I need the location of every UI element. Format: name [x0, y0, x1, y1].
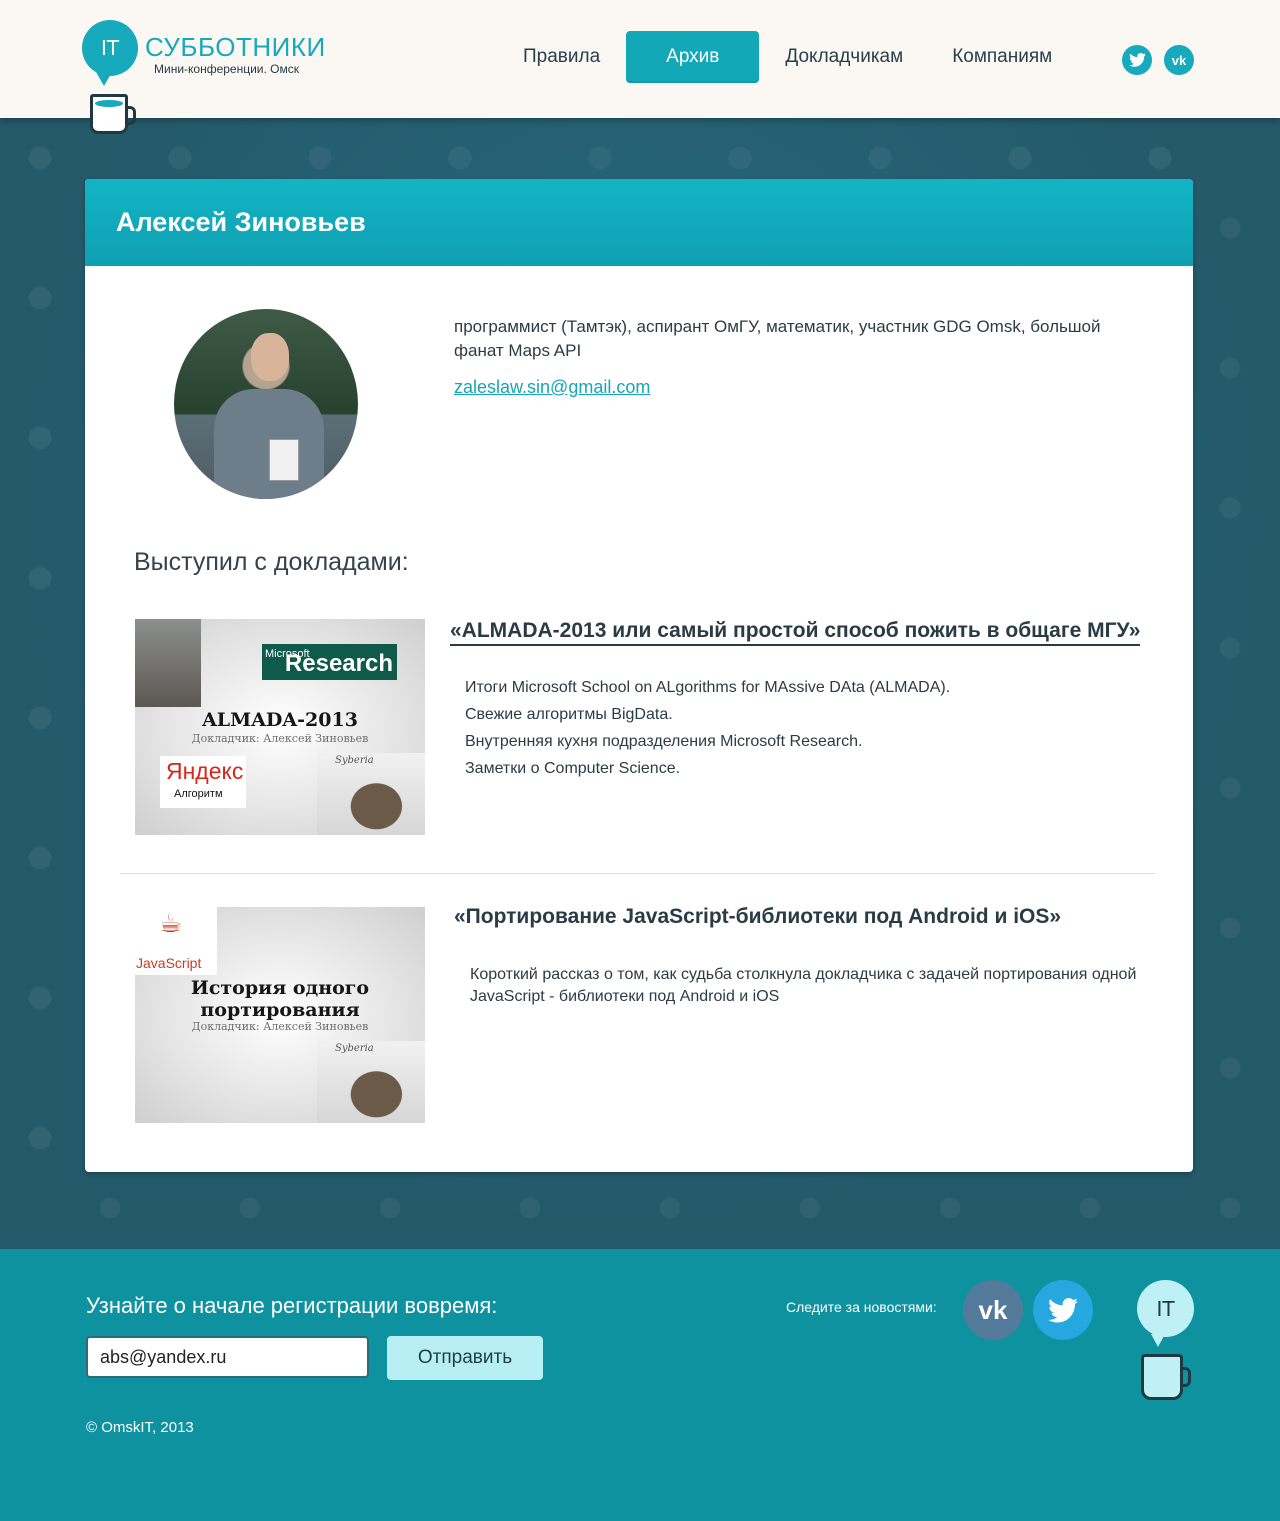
- twitter-icon[interactable]: [1122, 45, 1152, 75]
- speaker-avatar: [174, 309, 358, 499]
- talk-description: Итоги Microsoft School on ALgorithms for…: [465, 674, 950, 782]
- talks-heading: Выступил с докладами:: [134, 548, 409, 576]
- thumb-subtitle: Докладчик: Алексей Зиновьев: [191, 1020, 369, 1033]
- follow-label: Следите за новостями:: [786, 1299, 937, 1315]
- speaker-bio: программист (Тамтэк), аспирант ОмГУ, мат…: [454, 317, 1101, 360]
- talk-thumbnail[interactable]: Microsoft Research ALMADA-2013 Докладчик…: [135, 619, 425, 835]
- talk-title-link[interactable]: «Портирование JavaScript-библиотеки под …: [454, 905, 1061, 929]
- talk-title-link[interactable]: «ALMADA-2013 или самый простой способ по…: [450, 619, 1141, 646]
- microsoft-research-logo: Microsoft Research: [262, 644, 397, 680]
- speaker-name: Алексей Зиновьев: [85, 179, 1193, 266]
- site-footer: Узнайте о начале регистрации вовремя: ab…: [0, 1249, 1280, 1521]
- thumb-title-line2: портирования: [200, 999, 360, 1021]
- nav-item-speakers[interactable]: Докладчикам: [762, 31, 926, 83]
- send-button[interactable]: Отправить: [387, 1336, 543, 1380]
- main-nav: Правила Архив Докладчикам Компаниям: [500, 31, 1078, 83]
- yandex-logo: Яндекс Алгоритм: [160, 756, 246, 808]
- talk-description: Короткий рассказ о том, как судьба столк…: [470, 966, 1137, 1005]
- thumb-title: ALMADA-2013: [202, 709, 358, 731]
- avatar-head: [251, 333, 289, 381]
- building-image: [135, 619, 201, 707]
- mammoth-label: Syberia: [335, 1043, 374, 1054]
- registration-heading: Узнайте о начале регистрации вовремя:: [86, 1293, 498, 1318]
- thumb-subtitle: Докладчик: Алексей Зиновьев: [191, 732, 369, 745]
- logo-subtitle: Мини-конференции. Омск: [154, 62, 300, 76]
- cup-icon: [90, 94, 136, 134]
- java-cup-icon: ☕: [159, 909, 183, 939]
- yandex-text: Яндекс: [166, 758, 244, 784]
- logo-bubble: IT: [82, 20, 138, 86]
- speaker-card: Алексей Зиновьев программист (Тамтэк), а…: [85, 179, 1193, 1172]
- nav-item-archive[interactable]: Архив: [626, 31, 760, 83]
- mammoth-label: Syberia: [335, 755, 374, 766]
- avatar-badge: [269, 439, 299, 481]
- vk-icon[interactable]: vk: [1164, 45, 1194, 75]
- site-logo[interactable]: IT СУББОТНИКИ Мини-конференции. Омск: [82, 20, 325, 140]
- email-input[interactable]: abs@yandex.ru: [86, 1336, 369, 1378]
- talk-thumbnail[interactable]: ☕ JavaScript История одного портирования…: [135, 907, 425, 1123]
- mammoth-image: Syberia: [317, 1041, 425, 1123]
- mammoth-image: Syberia: [317, 753, 425, 835]
- cup-icon: [1141, 1354, 1191, 1400]
- twitter-icon[interactable]: [1033, 1280, 1093, 1340]
- yandex-subtext: Алгоритм: [174, 788, 223, 800]
- header-social: vk: [1122, 45, 1194, 75]
- nav-item-rules[interactable]: Правила: [500, 31, 623, 83]
- footer-logo: IT: [1137, 1280, 1197, 1410]
- ms-logo-small: Microsoft: [265, 648, 310, 660]
- java-logo: ☕ JavaScript: [135, 907, 217, 975]
- java-label: JavaScript: [136, 955, 202, 971]
- talk-line: Свежие алгоритмы BigData.: [465, 706, 673, 723]
- site-header: IT СУББОТНИКИ Мини-конференции. Омск Пра…: [0, 0, 1280, 134]
- thumb-title-line1: История одного: [190, 977, 370, 999]
- talk-line: Внутренняя кухня подразделения Microsoft…: [465, 733, 863, 750]
- talk-line: Заметки о Computer Science.: [465, 760, 681, 777]
- copyright: © OmskIT, 2013: [86, 1419, 194, 1436]
- speaker-email-link[interactable]: zaleslaw.sin@gmail.com: [454, 377, 650, 398]
- footer-logo-bubble: IT: [1137, 1280, 1194, 1347]
- talk-divider: [120, 873, 1155, 874]
- nav-item-companies[interactable]: Компаниям: [929, 31, 1075, 83]
- talk-line: Итоги Microsoft School on ALgorithms for…: [465, 679, 951, 696]
- vk-icon[interactable]: vk: [963, 1280, 1023, 1340]
- logo-title: СУББОТНИКИ: [145, 32, 326, 62]
